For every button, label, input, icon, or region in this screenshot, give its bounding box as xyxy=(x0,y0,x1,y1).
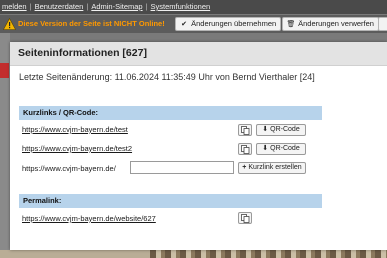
shortlink-prefix: https://www.cvjm-bayern.de/ xyxy=(22,164,116,173)
permalink-heading: Permalink: xyxy=(19,194,322,208)
copy-icon xyxy=(241,145,250,154)
apply-changes-button[interactable]: ✔ Änderungen übernehmen xyxy=(175,17,282,31)
page-status-bar: Diese Version der Seite ist NICHT Online… xyxy=(0,15,387,33)
qr-code-button[interactable]: ⬇ QR-Code xyxy=(256,143,306,155)
warning-icon xyxy=(3,18,16,30)
download-icon: ⬇ xyxy=(262,145,269,152)
create-shortlink-label: Kurzlink erstellen xyxy=(248,164,302,171)
nav-separator: | xyxy=(29,2,32,11)
nav-link-melden[interactable]: melden xyxy=(2,2,27,11)
offline-warning: Diese Version der Seite ist NICHT Online… xyxy=(18,19,165,28)
plus-icon: + xyxy=(242,164,247,171)
copy-link-button[interactable] xyxy=(238,143,252,155)
nav-separator: | xyxy=(145,2,148,11)
shortlinks-heading: Kurzlinks / QR-Code: xyxy=(19,106,322,120)
shortlink-url[interactable]: https://www.cvjm-bayern.de/test xyxy=(22,125,128,134)
checkmark-icon: ✔ xyxy=(181,21,187,28)
last-change-info: Letzte Seitenänderung: 11.06.2024 11:35:… xyxy=(19,72,315,82)
background-logo-fragment xyxy=(0,63,9,78)
trash-icon: 🗑 xyxy=(286,21,296,28)
more-button[interactable] xyxy=(378,17,387,31)
apply-changes-label: Änderungen übernehmen xyxy=(191,19,277,28)
page-info-dialog: Seiteninformationen [627] Letzte Seitenä… xyxy=(10,42,387,250)
nav-link-systemfunktionen[interactable]: Systemfunktionen xyxy=(151,2,211,11)
copy-link-button[interactable] xyxy=(238,124,252,136)
download-icon: ⬇ xyxy=(262,126,269,133)
shortlink-url[interactable]: https://www.cvjm-bayern.de/test2 xyxy=(22,144,132,153)
qr-code-button[interactable]: ⬇ QR-Code xyxy=(256,124,306,136)
shortlink-slug-input[interactable] xyxy=(130,161,234,174)
nav-link-admin-sitemap[interactable]: Admin-Sitemap xyxy=(91,2,142,11)
qr-code-label: QR-Code xyxy=(270,126,300,133)
discard-changes-button[interactable]: 🗑 Änderungen verwerfen xyxy=(282,17,379,31)
discard-changes-label: Änderungen verwerfen xyxy=(298,19,374,28)
copy-permalink-button[interactable] xyxy=(238,212,252,224)
top-navigation: melden | Benutzerdaten | Admin-Sitemap | Syste… xyxy=(0,0,387,14)
copy-icon xyxy=(241,214,250,223)
create-shortlink-button[interactable]: + Kurzlink erstellen xyxy=(238,162,306,174)
permalink-url[interactable]: https://www.cvjm-bayern.de/website/627 xyxy=(22,214,156,223)
background-image-strip xyxy=(0,250,387,258)
copy-icon xyxy=(241,126,250,135)
nav-link-benutzerdaten[interactable]: Benutzerdaten xyxy=(35,2,84,11)
qr-code-label: QR-Code xyxy=(270,145,300,152)
dialog-title: Seiteninformationen [627] xyxy=(18,47,147,59)
